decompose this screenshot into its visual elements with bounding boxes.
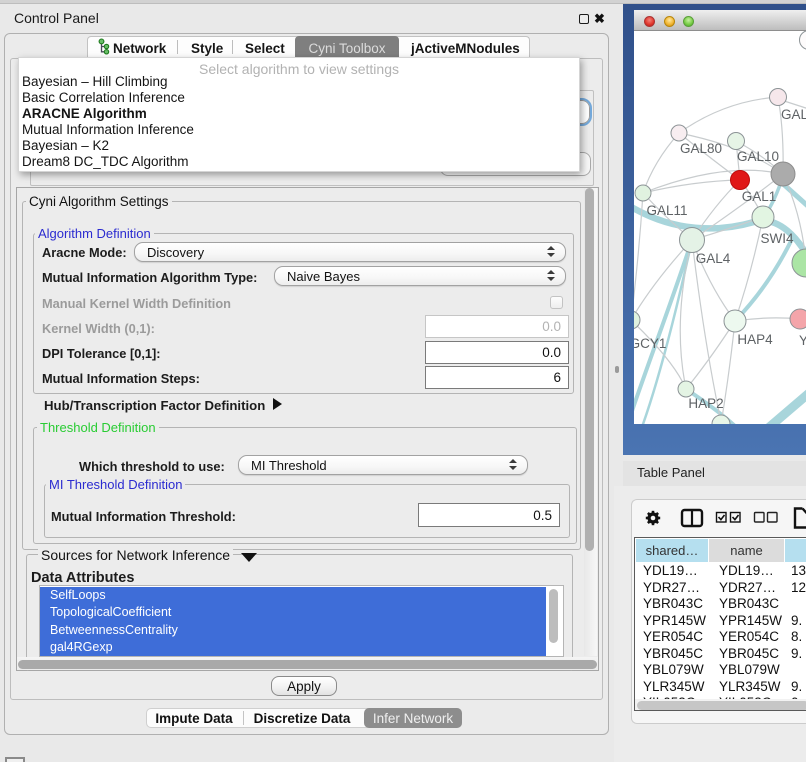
- svg-text:GAL11: GAL11: [646, 203, 687, 218]
- svg-text:GCY1: GCY1: [634, 336, 666, 351]
- svg-text:Y: Y: [799, 333, 806, 348]
- svg-text:HAP2: HAP2: [688, 396, 723, 411]
- svg-text:GAL80: GAL80: [680, 141, 722, 156]
- svg-text:SWI4: SWI4: [760, 231, 793, 246]
- svg-text:GAL: GAL: [781, 107, 806, 122]
- svg-text:HAP4: HAP4: [737, 332, 773, 347]
- svg-text:GAL1: GAL1: [742, 189, 777, 204]
- svg-text:GAL10: GAL10: [737, 149, 779, 164]
- svg-text:GAL4: GAL4: [696, 251, 731, 266]
